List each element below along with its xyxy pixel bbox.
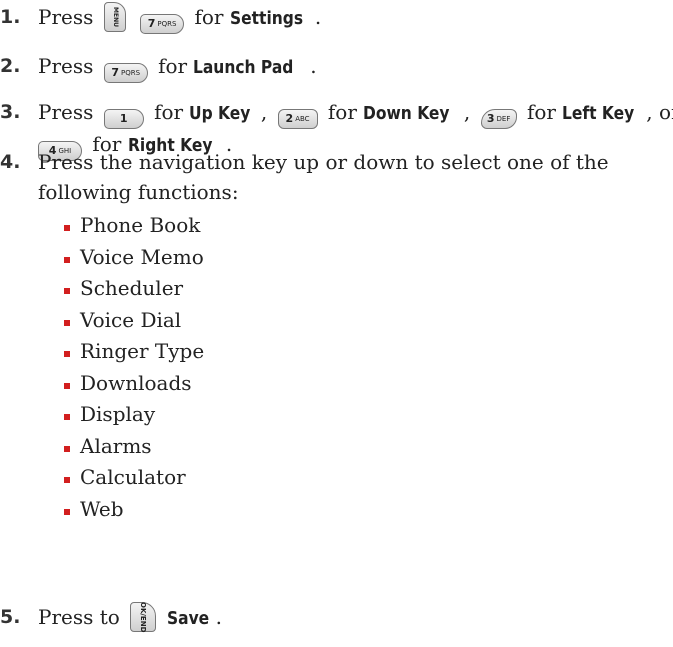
- list-item: Calculator: [64, 462, 204, 494]
- step-1: 1. Press MENU 7 PQRS for Settings.: [0, 2, 321, 34]
- list-item: Downloads: [64, 368, 204, 400]
- list-item: Web: [64, 494, 204, 526]
- step-4: 4. Press the navigation key up or down t…: [0, 147, 609, 207]
- list-item: Display: [64, 399, 204, 431]
- key-7-icon: 7 PQRS: [103, 63, 148, 83]
- step-number: 2.: [0, 55, 21, 77]
- list-item: Phone Book: [64, 210, 204, 242]
- list-item: Alarms: [64, 431, 204, 463]
- ok-end-key-icon: OK/END: [130, 602, 157, 632]
- step-number: 4.: [0, 151, 21, 173]
- step-number: 5.: [0, 606, 21, 628]
- menu-key-icon: MENU: [103, 2, 126, 32]
- step-number: 1.: [0, 6, 21, 28]
- key-7-icon: 7 PQRS: [140, 14, 185, 34]
- step-5: 5. Press to OK/END Save.: [0, 602, 222, 634]
- step-text: Press MENU 7 PQRS for Settings.: [38, 2, 321, 34]
- step-number: 3.: [0, 101, 21, 123]
- left-key-label: Left Key: [562, 103, 635, 124]
- key-2-icon: 2 ABC: [277, 109, 318, 129]
- list-item: Ringer Type: [64, 336, 204, 368]
- save-label: Save: [166, 608, 209, 629]
- list-item: Voice Memo: [64, 242, 204, 274]
- step-2: 2. Press 7 PQRS for Launch Pad.: [0, 51, 317, 83]
- list-item: Voice Dial: [64, 305, 204, 337]
- menu-target: Settings: [229, 8, 303, 29]
- up-key-label: Up Key: [189, 103, 251, 124]
- key-3-icon: 3 DEF: [480, 109, 517, 129]
- down-key-label: Down Key: [363, 103, 450, 124]
- instructions-page: 1. Press MENU 7 PQRS for Settings. 2. Pre…: [0, 0, 673, 647]
- menu-target: Launch Pad: [193, 57, 294, 78]
- functions-list: Phone Book Voice Memo Scheduler Voice Di…: [64, 210, 204, 525]
- step-text: Press the navigation key up or down to s…: [38, 150, 609, 204]
- step-text: Press 7 PQRS for Launch Pad.: [38, 51, 317, 83]
- list-item: Scheduler: [64, 273, 204, 305]
- step-text: Press to OK/END Save.: [38, 601, 222, 633]
- key-1-icon: 1: [103, 109, 144, 129]
